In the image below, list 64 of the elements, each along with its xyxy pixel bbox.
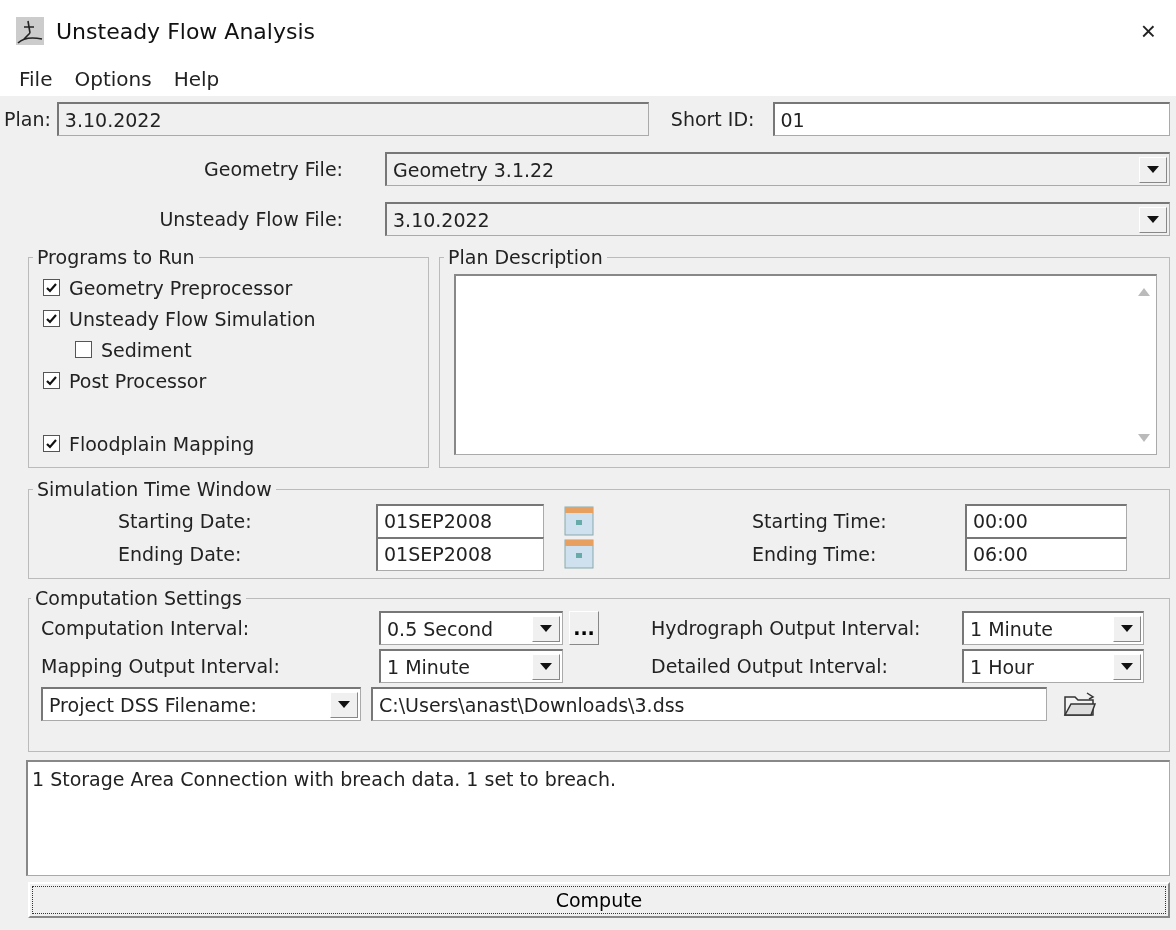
close-button[interactable]: ×: [1134, 15, 1162, 47]
time-label: Ending Time:: [752, 542, 878, 565]
file-label: Unsteady Flow File:: [158, 208, 344, 230]
interval-dropdown[interactable]: 1 Minute: [379, 649, 563, 683]
group-title: Computation Settings: [34, 587, 243, 609]
plan-label: Plan:: [4, 108, 51, 130]
dropdown-button[interactable]: [1113, 653, 1141, 680]
time-field[interactable]: 00:00: [965, 503, 1127, 538]
caret-icon: [1147, 166, 1159, 173]
plan-field[interactable]: 3.10.2022: [56, 102, 649, 136]
app-icon: [16, 17, 44, 45]
menu-item[interactable]: Options: [65, 65, 161, 93]
dropdown-button[interactable]: [532, 653, 560, 680]
interval-label: Detailed Output Interval:: [650, 655, 889, 677]
checkbox-label: Geometry Preprocessor: [69, 276, 293, 299]
checkbox[interactable]: [43, 372, 60, 389]
menu-item[interactable]: Help: [164, 65, 229, 93]
checkbox-label: Unsteady Flow Simulation: [69, 307, 316, 330]
group-title: Plan Description: [447, 246, 604, 268]
checkbox[interactable]: [43, 279, 60, 296]
checkbox[interactable]: [43, 310, 60, 327]
file-dropdown[interactable]: Geometry 3.1.22: [385, 152, 1170, 186]
short-id-field[interactable]: 01: [772, 102, 1170, 136]
dropdown-button[interactable]: [532, 615, 560, 642]
caret-icon: [338, 701, 350, 708]
folder-icon[interactable]: [1063, 691, 1097, 717]
dropdown-button[interactable]: [1139, 156, 1167, 183]
dss-selector-dropdown[interactable]: Project DSS Filename:: [41, 687, 361, 721]
interval-label: Mapping Output Interval:: [41, 655, 281, 677]
checkbox[interactable]: [75, 341, 92, 358]
interval-dropdown[interactable]: 0.5 Second: [379, 611, 563, 645]
date-label: Starting Date:: [117, 509, 253, 532]
more-button[interactable]: ...: [569, 611, 599, 645]
caret-icon: [1121, 663, 1133, 670]
checkbox-label: Sediment: [101, 338, 192, 361]
checkbox[interactable]: [43, 435, 60, 452]
date-label: Ending Date:: [117, 542, 243, 565]
dropdown-button[interactable]: [1113, 615, 1141, 642]
short-id-label: Short ID:: [670, 108, 755, 130]
group-title: Simulation Time Window: [36, 478, 273, 500]
dropdown-button[interactable]: [1139, 206, 1167, 233]
checkbox-label: Post Processor: [69, 369, 207, 392]
caret-icon: [1121, 625, 1133, 632]
file-label: Geometry File:: [203, 158, 344, 180]
interval-label: Computation Interval:: [41, 617, 251, 639]
interval-dropdown[interactable]: 1 Minute: [962, 611, 1144, 645]
file-dropdown[interactable]: 3.10.2022: [385, 202, 1170, 236]
date-field[interactable]: 01SEP2008: [376, 503, 544, 538]
checkbox-label: Floodplain Mapping: [69, 432, 255, 455]
dropdown-button[interactable]: [330, 691, 358, 718]
date-field[interactable]: 01SEP2008: [376, 536, 544, 571]
caret-icon: [540, 625, 552, 632]
window-title: Unsteady Flow Analysis: [56, 18, 316, 44]
caret-icon: [1147, 216, 1159, 223]
interval-label: Hydrograph Output Interval:: [650, 617, 922, 639]
caret-icon: [540, 663, 552, 670]
time-label: Starting Time:: [752, 509, 888, 532]
menu-item[interactable]: File: [10, 65, 62, 93]
dss-path-field[interactable]: C:\Users\anast\Downloads\3.dss: [371, 687, 1047, 721]
group-title: Programs to Run: [36, 246, 196, 268]
time-field[interactable]: 06:00: [965, 536, 1127, 571]
compute-button[interactable]: Compute: [28, 882, 1170, 918]
message-text: 1 Storage Area Connection with breach data. 1 set to breach.: [26, 760, 1170, 876]
interval-dropdown[interactable]: 1 Hour: [962, 649, 1144, 683]
